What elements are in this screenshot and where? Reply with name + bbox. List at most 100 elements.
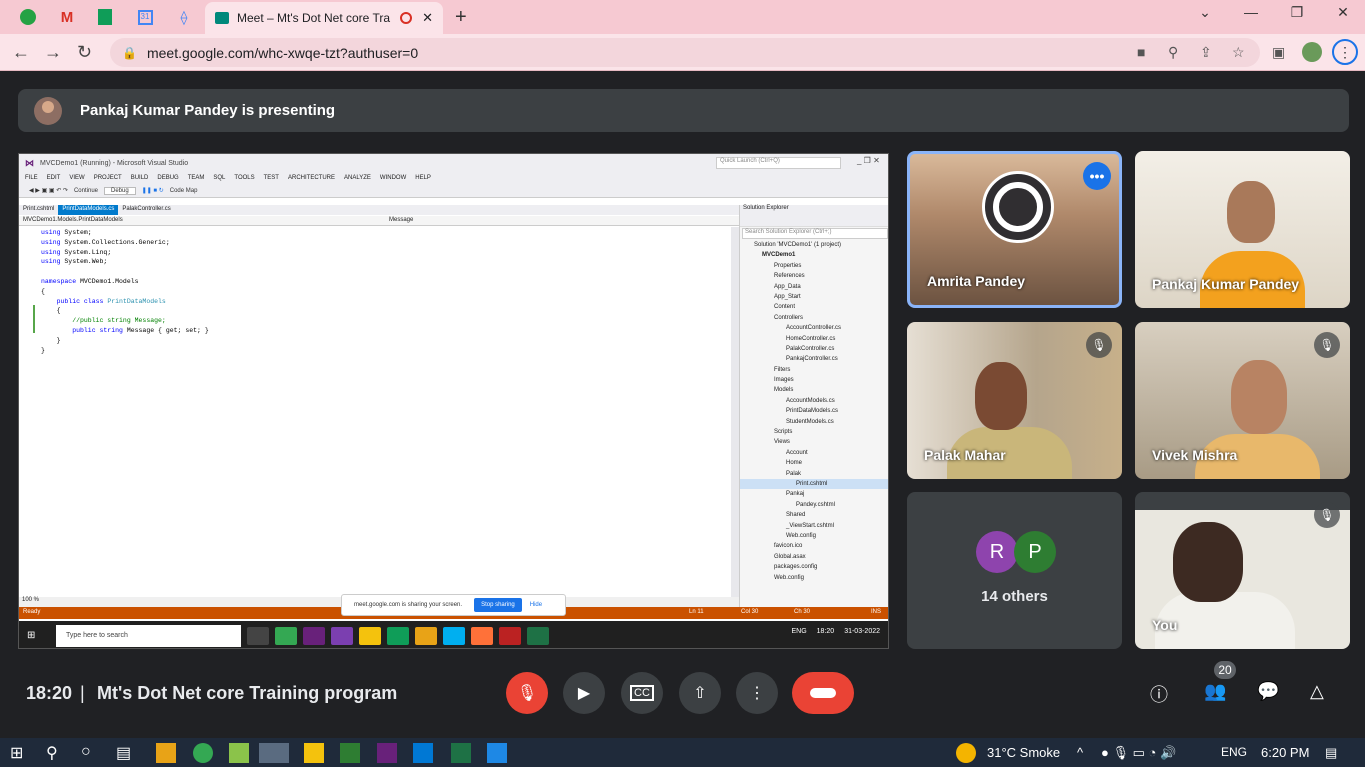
taskbar-search[interactable]: Type here to search xyxy=(56,624,241,647)
taskview-icon[interactable] xyxy=(247,626,269,645)
tray-chevron-icon[interactable]: ^ xyxy=(1077,745,1083,760)
vs-tab-printdatamodels[interactable]: PrintDataModels.cs xyxy=(58,205,119,215)
camera-button[interactable]: ▶ xyxy=(563,672,605,714)
photos-icon[interactable] xyxy=(487,743,507,763)
zoom-icon[interactable]: ⚲ xyxy=(1168,44,1178,61)
people-icon[interactable]: 👥 xyxy=(1204,681,1226,702)
tree-item[interactable]: Models xyxy=(740,385,888,395)
tree-item-selected[interactable]: Print.cshtml xyxy=(740,478,888,490)
app2-icon[interactable] xyxy=(340,743,360,763)
participant-tile-pankaj[interactable]: Pankaj Kumar Pandey xyxy=(1135,151,1350,308)
vs-config-select[interactable]: Debug xyxy=(104,186,136,195)
side-panel-icon[interactable]: ▣ xyxy=(1272,44,1285,61)
back-icon[interactable]: ← xyxy=(12,42,30,63)
tree-item[interactable]: PrintDataModels.cs xyxy=(740,406,888,416)
tree-item[interactable]: Web.config xyxy=(740,573,888,583)
firefox-icon[interactable] xyxy=(471,626,493,645)
tree-item[interactable]: Properties xyxy=(740,261,888,271)
pinned-tab-whatsapp[interactable] xyxy=(14,6,42,28)
vs-window-controls[interactable]: _ ❐ ✕ xyxy=(857,156,880,165)
language-indicator[interactable]: ENG xyxy=(1221,745,1247,759)
vscode-icon[interactable] xyxy=(413,743,433,763)
tray-icons[interactable]: ● 🎙 ▭ ◔ 🔊 xyxy=(1101,745,1176,761)
vs-menu-tools[interactable]: TOOLS xyxy=(234,175,254,181)
tree-item[interactable]: Palak xyxy=(740,469,888,479)
vs-menu-view[interactable]: VIEW xyxy=(69,175,84,181)
vs-menu-edit[interactable]: EDIT xyxy=(47,175,61,181)
tree-item[interactable]: AccountController.cs xyxy=(740,323,888,333)
tree-item[interactable]: Account xyxy=(740,448,888,458)
activities-icon[interactable]: △ xyxy=(1310,681,1324,702)
close-tab-icon[interactable]: ✕ xyxy=(422,10,433,26)
tree-item[interactable]: HomeController.cs xyxy=(740,334,888,344)
vs-quick-launch[interactable]: Quick Launch (Ctrl+Q) xyxy=(716,157,841,169)
cortana-icon[interactable]: ○ xyxy=(81,743,101,763)
chrome-icon[interactable] xyxy=(275,626,297,645)
windows-start-icon[interactable]: ⊞ xyxy=(10,743,30,763)
leave-call-button[interactable] xyxy=(792,672,854,714)
url-bar[interactable]: 🔒 meet.google.com/whc-xwqe-tzt?authuser=… xyxy=(110,38,1260,67)
tree-item[interactable]: MVCDemo1 xyxy=(740,250,888,260)
share-icon[interactable]: ⇪ xyxy=(1200,44,1212,61)
vs-nav-member[interactable]: Message xyxy=(389,217,413,223)
camera-icon[interactable]: ■ xyxy=(1137,44,1145,60)
vs-icon-2[interactable] xyxy=(331,626,353,645)
tree-item[interactable]: AccountModels.cs xyxy=(740,396,888,406)
vs-icon[interactable] xyxy=(303,626,325,645)
minimize-button[interactable]: — xyxy=(1229,4,1273,20)
sticky-icon[interactable] xyxy=(359,626,381,645)
vs-menu-file[interactable]: FILE xyxy=(25,175,38,181)
vs-menu-team[interactable]: TEAM xyxy=(188,175,205,181)
profile-avatar[interactable] xyxy=(1302,42,1322,62)
tree-item[interactable]: Web.config xyxy=(740,531,888,541)
vs-menu-window[interactable]: WINDOW xyxy=(380,175,406,181)
tree-item[interactable]: Filters xyxy=(740,365,888,375)
vs-menu-architecture[interactable]: ARCHITECTURE xyxy=(288,175,335,181)
app-icon[interactable] xyxy=(387,626,409,645)
chrome-menu-icon[interactable]: ⋮ xyxy=(1332,39,1358,65)
tree-item[interactable]: PankajController.cs xyxy=(740,354,888,364)
vs-menu-analyze[interactable]: ANALYZE xyxy=(344,175,371,181)
tree-item[interactable]: Images xyxy=(740,375,888,385)
tab-search-button[interactable]: ⌄ xyxy=(1183,4,1227,21)
captions-button[interactable]: CC xyxy=(621,672,663,714)
pinned-tab-other[interactable]: ⟠ xyxy=(170,6,198,28)
tree-item[interactable]: App_Data xyxy=(740,282,888,292)
more-options-icon[interactable]: ••• xyxy=(1083,162,1111,190)
app-icon[interactable] xyxy=(229,743,249,763)
taskview-icon[interactable]: ▤ xyxy=(116,743,136,763)
search-icon[interactable]: ⚲ xyxy=(46,743,66,763)
excel-icon[interactable] xyxy=(527,626,549,645)
participant-tile-amrita[interactable]: ••• Amrita Pandey xyxy=(907,151,1122,308)
chrome-icon[interactable] xyxy=(193,743,213,763)
present-button[interactable]: ⇧ xyxy=(679,672,721,714)
tab-meet[interactable]: Meet – Mt's Dot Net core Tra ✕ xyxy=(205,2,443,34)
tree-item[interactable]: Pandey.cshtml xyxy=(740,500,888,510)
weather-icon[interactable] xyxy=(956,743,976,763)
vs-continue-button[interactable]: Continue xyxy=(74,188,98,194)
tree-item[interactable]: Solution 'MVCDemo1' (1 project) xyxy=(740,240,888,250)
reload-icon[interactable]: ↻ xyxy=(77,42,92,63)
start-icon[interactable]: ⊞ xyxy=(27,630,35,641)
excel-icon[interactable] xyxy=(451,743,471,763)
vs-tab-palakcontroller[interactable]: PalakController.cs xyxy=(118,205,174,215)
vs-menu-build[interactable]: BUILD xyxy=(131,175,149,181)
vs-tab-print[interactable]: Print.cshtml xyxy=(19,205,58,215)
more-options-button[interactable]: ⋮ xyxy=(736,672,778,714)
vs-menu-help[interactable]: HELP xyxy=(415,175,431,181)
pinned-tab-gmail[interactable]: M xyxy=(53,6,81,28)
tree-item[interactable]: _ViewStart.cshtml xyxy=(740,521,888,531)
vs-menu-debug[interactable]: DEBUG xyxy=(157,175,178,181)
solution-search-input[interactable]: Search Solution Explorer (Ctrl+;) xyxy=(742,228,888,239)
mic-off-button[interactable]: 🎙 xyxy=(506,672,548,714)
vs-nav-type[interactable]: MVCDemo1.Models.PrintDataModels xyxy=(23,217,123,223)
tree-item[interactable]: Controllers xyxy=(740,313,888,323)
tree-item[interactable]: packages.config xyxy=(740,562,888,572)
tree-item[interactable]: Content xyxy=(740,302,888,312)
vs-debug-icons[interactable]: ❚❚ ■ ↻ xyxy=(142,187,164,194)
tree-item[interactable]: Scripts xyxy=(740,427,888,437)
pinned-tab-calendar[interactable]: 31 xyxy=(131,6,159,28)
vs-menu-test[interactable]: TEST xyxy=(264,175,279,181)
self-tile[interactable]: 🎙 You xyxy=(1135,492,1350,649)
solution-explorer-toolbar[interactable] xyxy=(740,215,888,227)
